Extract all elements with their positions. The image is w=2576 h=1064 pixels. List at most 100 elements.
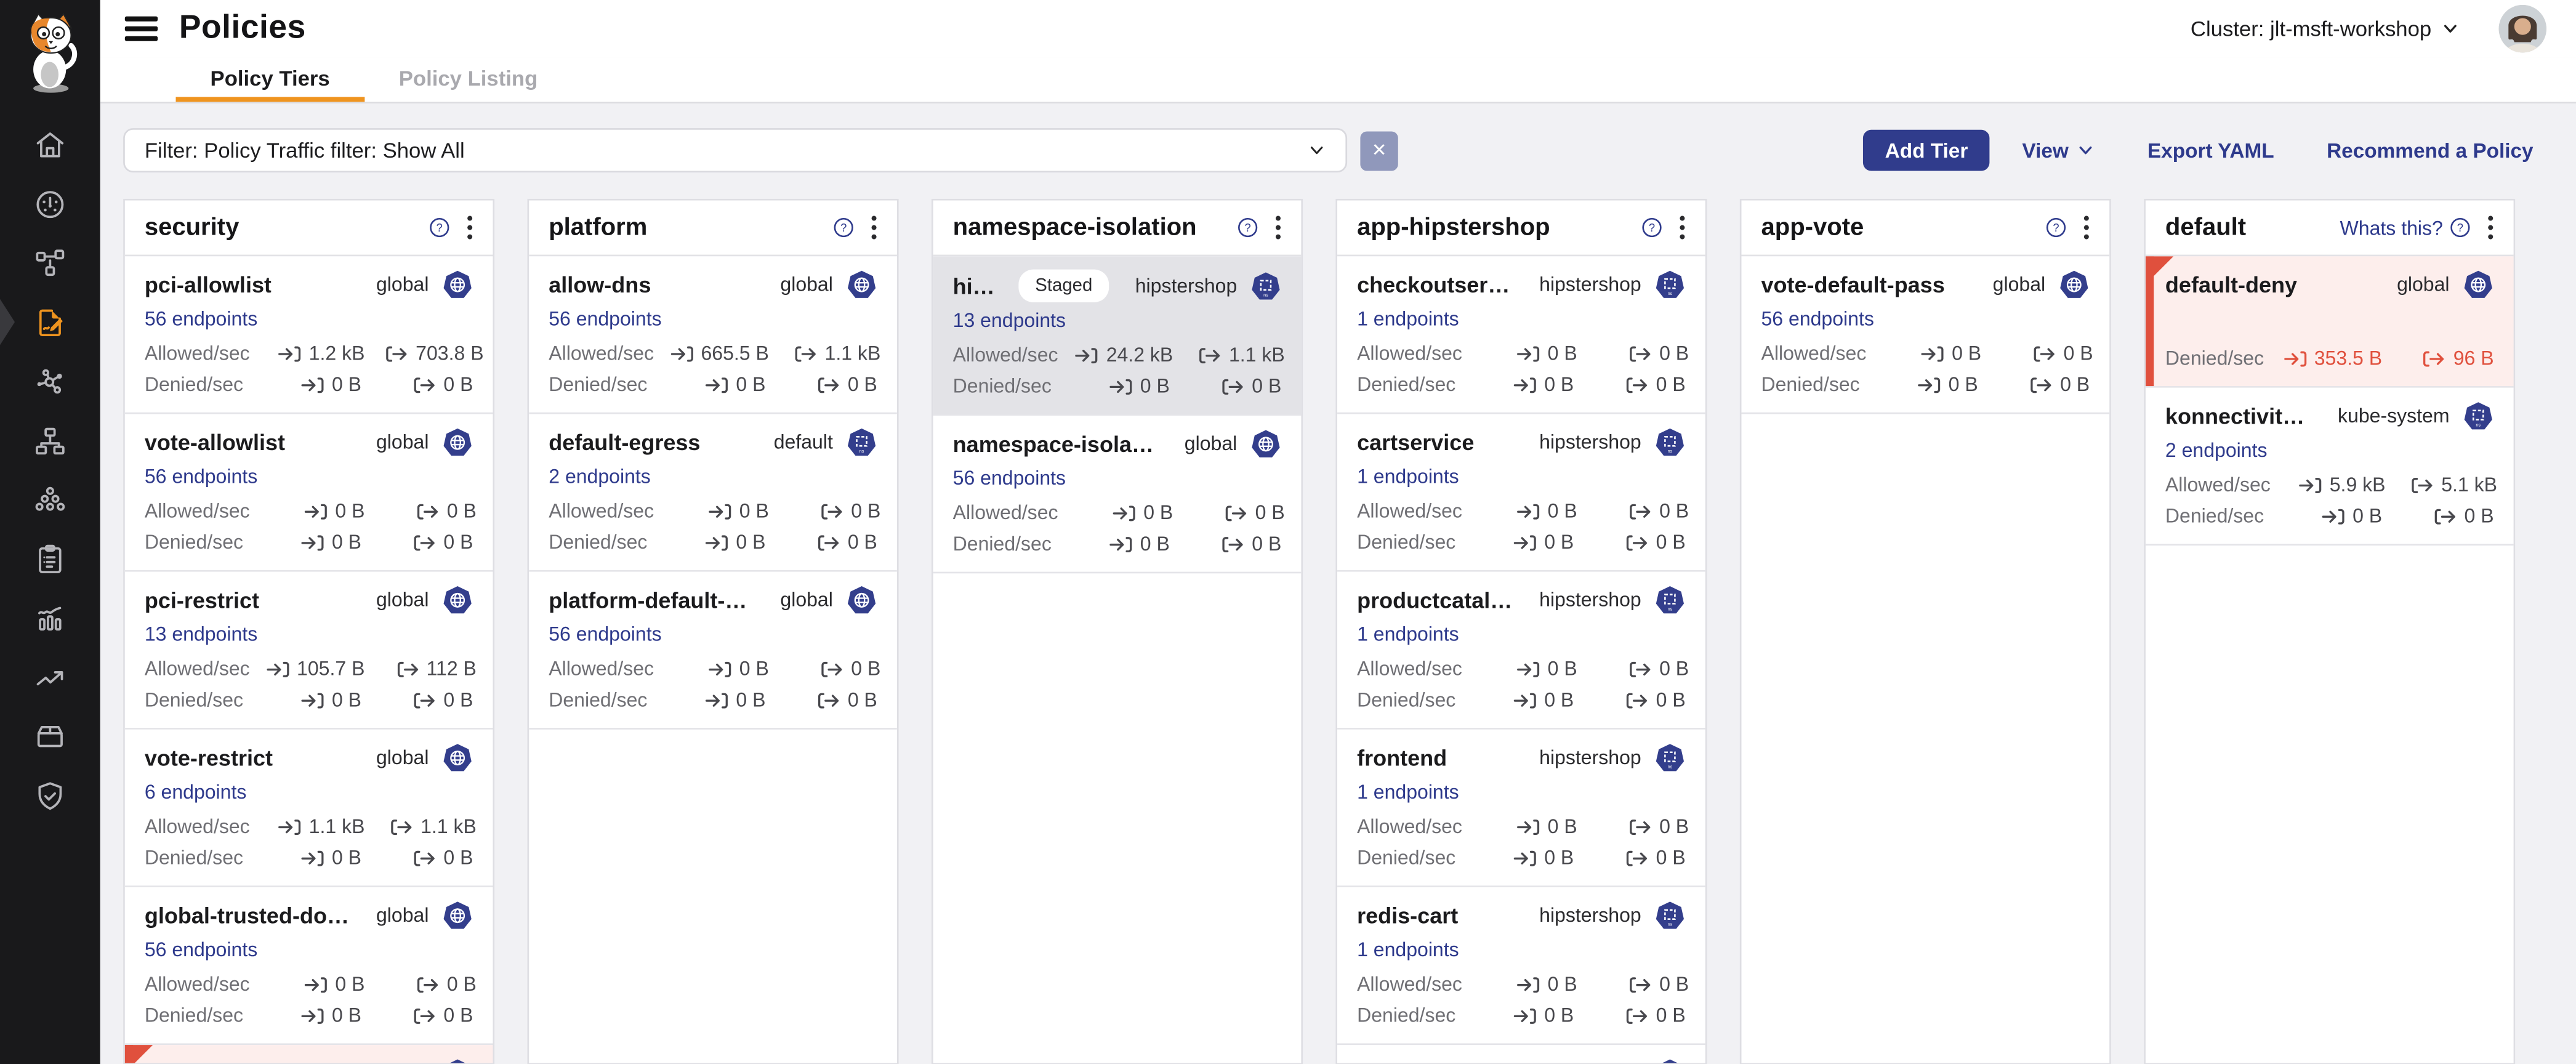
policy-card[interactable]: vote-default-pass global 56 endpoints Al… xyxy=(1741,256,2109,414)
hamburger-menu-icon[interactable] xyxy=(116,7,166,50)
endpoints-link[interactable]: 1 endpoints xyxy=(1357,780,1459,803)
export-yaml-button[interactable]: Export YAML xyxy=(2128,130,2294,171)
policy-card[interactable]: hipstershop-gh… Staged hipstershop ns 13… xyxy=(933,256,1302,416)
policy-name: global-trusted-domains xyxy=(145,902,350,930)
policy-card[interactable]: konnectivity-agent kube-system ns 2 endp… xyxy=(2146,388,2514,546)
sidebar-item-circles[interactable] xyxy=(0,470,100,529)
endpoints-link[interactable]: 6 endpoints xyxy=(145,780,247,803)
sidebar-item-gauge[interactable] xyxy=(0,174,100,233)
policy-card[interactable]: global-trusted-domains global 56 endpoin… xyxy=(125,887,493,1045)
policy-card[interactable]: platform-default-pass global 56 endpoint… xyxy=(529,572,897,730)
endpoints-link[interactable]: 56 endpoints xyxy=(549,623,661,645)
sidebar-item-policy-edit[interactable] xyxy=(0,292,100,352)
endpoints-link[interactable]: 13 endpoints xyxy=(953,309,1066,332)
endpoints-link[interactable]: 1 endpoints xyxy=(1357,938,1459,961)
tier-menu-kebab-icon[interactable] xyxy=(861,212,887,243)
clear-filter-button[interactable]: ✕ xyxy=(1360,131,1398,170)
namespace-scope-icon: ns xyxy=(1654,900,1686,932)
endpoints-link[interactable]: 2 endpoints xyxy=(549,465,651,488)
endpoints-link[interactable]: 56 endpoints xyxy=(549,307,661,330)
global-scope-icon xyxy=(442,900,473,932)
view-menu-button[interactable]: View xyxy=(2002,130,2114,171)
tier-menu-kebab-icon[interactable] xyxy=(1669,212,1696,243)
policy-card[interactable]: pci-restrict global 13 endpoints Allowed… xyxy=(125,572,493,730)
allowed-per-sec-row: Allowed/sec 5.9 kB 5.1 kB xyxy=(2165,473,2494,496)
endpoints-link[interactable]: 2 endpoints xyxy=(2165,438,2268,461)
policy-card[interactable]: default-deny global Denied/sec 353.5 B 9… xyxy=(2146,256,2514,387)
svg-text:?: ? xyxy=(1245,221,1251,234)
namespace-scope-icon: ns xyxy=(846,427,877,459)
endpoints-link[interactable]: 56 endpoints xyxy=(145,938,257,961)
global-scope-icon xyxy=(846,585,877,616)
whats-this-link[interactable]: Whats this? ? xyxy=(2337,216,2474,239)
tier-menu-kebab-icon[interactable] xyxy=(1265,212,1292,243)
policy-card[interactable]: cartservice hipstershop ns 1 endpoints A… xyxy=(1337,414,1705,571)
policy-scope-label: hipstershop xyxy=(1539,271,1641,299)
global-scope-icon xyxy=(1250,429,1282,460)
endpoints-link[interactable]: 1 endpoints xyxy=(1357,307,1459,330)
policy-card[interactable]: default-egress default ns 2 endpoints Al… xyxy=(529,414,897,571)
main-area: Policies Cluster: jlt-msft-workshop Poli… xyxy=(100,0,2576,1064)
policy-card[interactable]: emailservice hipstershop ns 1 endpoints … xyxy=(1337,1045,1705,1063)
endpoints-link[interactable]: 56 endpoints xyxy=(145,307,257,330)
endpoints-link[interactable]: 1 endpoints xyxy=(1357,465,1459,488)
sitemap-icon xyxy=(33,423,67,457)
policy-scope-label: hipstershop xyxy=(1539,902,1641,930)
sidebar-item-molecule[interactable] xyxy=(0,352,100,411)
egress-arrow-icon xyxy=(816,691,841,709)
policy-card[interactable]: namespace-isolation-default-p… global 56… xyxy=(933,416,1302,573)
policy-card[interactable]: vote-allowlist global 56 endpoints Allow… xyxy=(125,414,493,571)
policy-name: default-egress xyxy=(549,429,700,456)
allowed-per-sec-row: Allowed/sec 0 B 0 B xyxy=(1357,657,1686,680)
policy-card[interactable]: quarantine global 0 endpoints xyxy=(125,1045,493,1063)
sidebar-item-sitemap[interactable] xyxy=(0,411,100,470)
policy-card[interactable]: checkoutservice hipstershop ns 1 endpoin… xyxy=(1337,256,1705,414)
whats-this-link[interactable]: ? xyxy=(1227,217,1262,238)
policy-card[interactable]: pci-allowlist global 56 endpoints Allowe… xyxy=(125,256,493,414)
sidebar-item-nodes[interactable] xyxy=(0,233,100,292)
policy-card[interactable]: allow-dns global 56 endpoints Allowed/se… xyxy=(529,256,897,414)
tier-menu-kebab-icon[interactable] xyxy=(457,212,483,243)
policy-scope-label: hipstershop xyxy=(1539,429,1641,456)
whats-this-link[interactable]: ? xyxy=(1632,217,1666,238)
endpoints-link[interactable]: 56 endpoints xyxy=(145,465,257,488)
whats-this-link[interactable]: ? xyxy=(2035,217,2070,238)
sidebar-item-home[interactable] xyxy=(0,115,100,174)
tier-menu-kebab-icon[interactable] xyxy=(2073,212,2099,243)
sidebar-item-shield-check[interactable] xyxy=(0,765,100,824)
policy-name: platform-default-pass xyxy=(549,587,754,615)
tab-policy-listing[interactable]: Policy Listing xyxy=(364,57,573,102)
endpoints-link[interactable]: 56 endpoints xyxy=(1761,307,1874,330)
namespace-scope-icon: ns xyxy=(1654,743,1686,774)
tab-policy-tiers[interactable]: Policy Tiers xyxy=(176,57,364,102)
chevron-down-icon xyxy=(1308,141,1326,159)
whats-this-link[interactable]: ? xyxy=(419,217,453,238)
policy-card[interactable]: productcatalogservice hipstershop ns 1 e… xyxy=(1337,572,1705,730)
endpoints-link[interactable]: 56 endpoints xyxy=(953,467,1066,490)
cluster-selector[interactable]: Cluster: jlt-msft-workshop xyxy=(2181,15,2469,42)
policy-card[interactable]: frontend hipstershop ns 1 endpoints Allo… xyxy=(1337,730,1705,887)
calico-cat-logo[interactable] xyxy=(12,10,88,95)
whats-this-link[interactable]: ? xyxy=(823,217,858,238)
tab-bar: Policy Tiers Policy Listing xyxy=(100,57,2576,103)
sidebar-item-trend-arrow[interactable] xyxy=(0,647,100,706)
user-avatar[interactable] xyxy=(2499,5,2546,52)
add-tier-button[interactable]: Add Tier xyxy=(1864,130,1989,171)
endpoints-link[interactable]: 1 endpoints xyxy=(1357,623,1459,645)
ingress-arrow-icon xyxy=(1513,691,1538,709)
egress-arrow-icon xyxy=(1628,975,1652,993)
endpoints-link[interactable]: 13 endpoints xyxy=(145,623,257,645)
sidebar-item-box[interactable] xyxy=(0,706,100,765)
egress-arrow-icon xyxy=(1628,818,1652,836)
policy-traffic-filter-select[interactable]: Filter: Policy Traffic filter: Show All xyxy=(123,128,1347,172)
recommend-policy-button[interactable]: Recommend a Policy xyxy=(2307,130,2553,171)
svg-text:ns: ns xyxy=(1263,292,1268,297)
svg-text:?: ? xyxy=(840,221,847,234)
tier-menu-kebab-icon[interactable] xyxy=(2477,212,2504,243)
sidebar-item-clipboard[interactable] xyxy=(0,529,100,588)
sidebar-item-bar-chart[interactable] xyxy=(0,588,100,647)
policy-card[interactable]: vote-restrict global 6 endpoints Allowed… xyxy=(125,730,493,887)
tier-name: namespace-isolation xyxy=(953,214,1197,241)
policy-card[interactable]: redis-cart hipstershop ns 1 endpoints Al… xyxy=(1337,887,1705,1045)
namespace-scope-icon: ns xyxy=(2463,401,2494,432)
